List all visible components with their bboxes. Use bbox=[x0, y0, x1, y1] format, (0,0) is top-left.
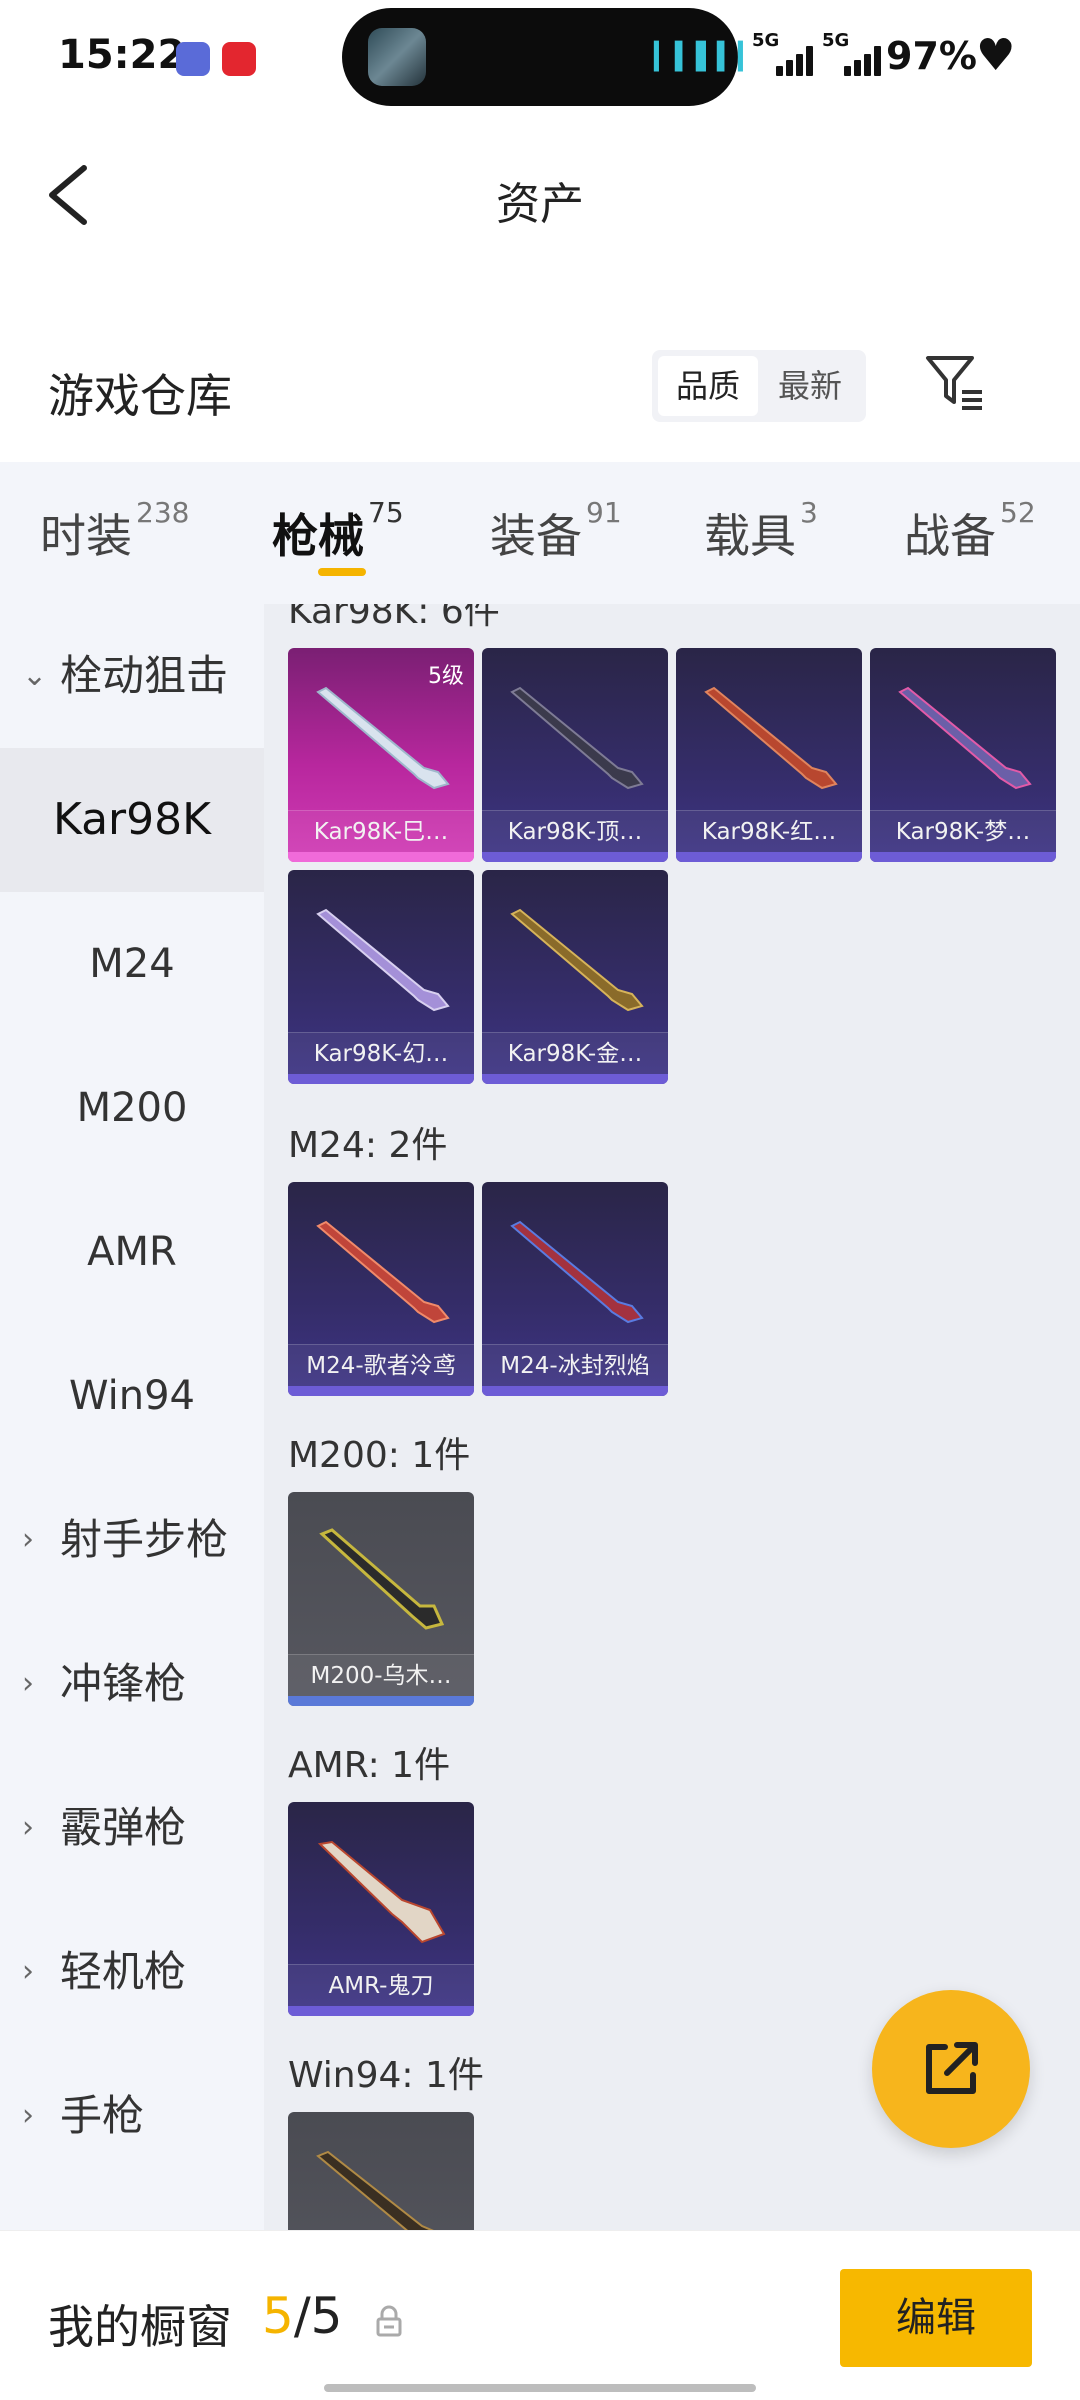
tab-vehicles[interactable]: 载具 3 bbox=[704, 496, 818, 566]
chevron-right-icon: › bbox=[22, 1954, 34, 1989]
weapon-name: Kar98K-金… bbox=[482, 1032, 668, 1074]
app-notification-icon bbox=[176, 42, 210, 76]
rifle-icon bbox=[510, 1220, 644, 1324]
section-title-kar98k: Kar98K: 6件 bbox=[288, 604, 500, 632]
media-thumbnail bbox=[368, 28, 426, 86]
sidebar-item-amr[interactable]: AMR bbox=[0, 1180, 264, 1324]
weapon-name: Kar98K-顶… bbox=[482, 810, 668, 852]
weapon-card[interactable]: Kar98K-顶… bbox=[482, 648, 668, 862]
warehouse-title: 游戏仓库 bbox=[48, 369, 232, 423]
rifle-icon bbox=[316, 686, 450, 790]
sidebar-group-shotgun[interactable]: › 霰弹枪 bbox=[0, 1756, 264, 1900]
quality-strip bbox=[288, 1696, 474, 1706]
weapon-name: Kar98K-梦… bbox=[870, 810, 1056, 852]
weapon-category-sidebar: ⌄ 栓动狙击 Kar98K M24 M200 AMR Win94 › 射手步枪 … bbox=[0, 604, 264, 2230]
status-time: 15:22 bbox=[58, 32, 186, 78]
tab-supplies[interactable]: 战备 52 bbox=[904, 496, 1036, 566]
chevron-down-icon: ⌄ bbox=[22, 658, 48, 693]
section-title-m24: M24: 2件 bbox=[288, 1125, 448, 1166]
anti-materiel-rifle-icon bbox=[317, 1840, 446, 1944]
active-tab-indicator bbox=[318, 568, 366, 576]
weapon-name: Kar98K-巳… bbox=[288, 810, 474, 852]
tab-equipment[interactable]: 装备 91 bbox=[490, 496, 622, 566]
heart-icon: ♥ bbox=[976, 30, 1016, 81]
sidebar-item-m200[interactable]: M200 bbox=[0, 1036, 264, 1180]
share-button[interactable] bbox=[872, 1990, 1030, 2148]
section-title-m200: M200: 1件 bbox=[288, 1435, 471, 1476]
weapon-name: Kar98K-幻… bbox=[288, 1032, 474, 1074]
showcase-bar: 我的橱窗 5/5 编辑 bbox=[0, 2230, 1080, 2400]
rifle-icon bbox=[704, 686, 838, 790]
rifle-icon bbox=[316, 1220, 450, 1324]
page-title: 资产 bbox=[496, 179, 584, 230]
showcase-label: 我的橱窗 bbox=[48, 2300, 232, 2354]
chevron-right-icon: › bbox=[22, 1666, 34, 1701]
sidebar-group-lmg[interactable]: › 轻机枪 bbox=[0, 1900, 264, 2044]
weapon-card[interactable]: Kar98K-红… bbox=[676, 648, 862, 862]
weapon-card[interactable]: Kar98K-梦… bbox=[870, 648, 1056, 862]
sniper-rifle-icon bbox=[319, 1528, 445, 1630]
quality-strip bbox=[870, 852, 1056, 862]
weapon-card[interactable] bbox=[288, 2112, 474, 2230]
weapon-grid: Kar98K: 6件 5级 Kar98K-巳… Kar98K-顶… Kar98K… bbox=[264, 604, 1080, 2230]
audio-wave-icon: ▎▍▌▍▎ bbox=[654, 42, 759, 72]
weapon-card[interactable]: M24-歌者泠鸢 bbox=[288, 1182, 474, 1396]
weapon-name: M200-乌木… bbox=[288, 1654, 474, 1696]
rifle-icon bbox=[510, 908, 644, 1012]
sort-option-quality[interactable]: 品质 bbox=[658, 356, 758, 416]
category-tabs: 时装 238 枪械 75 装备 91 载具 3 战备 52 bbox=[0, 462, 1080, 604]
quality-strip bbox=[482, 1386, 668, 1396]
rifle-icon bbox=[316, 2150, 434, 2230]
status-bar: 15:22 ▎▍▌▍▎ 5G 5G 97% ♥ bbox=[0, 0, 1080, 118]
rifle-icon bbox=[898, 686, 1032, 790]
sidebar-group-smg[interactable]: › 冲锋枪 bbox=[0, 1612, 264, 1756]
weapon-card[interactable]: 5级 Kar98K-巳… bbox=[288, 648, 474, 862]
sidebar-group-bolt-action[interactable]: ⌄ 栓动狙击 bbox=[0, 604, 264, 748]
weapon-card[interactable]: M24-冰封烈焰 bbox=[482, 1182, 668, 1396]
weapon-card[interactable]: AMR-鬼刀 bbox=[288, 1802, 474, 2016]
weapon-name: AMR-鬼刀 bbox=[288, 1964, 474, 2006]
weapon-card[interactable]: M200-乌木… bbox=[288, 1492, 474, 1706]
edit-button[interactable]: 编辑 bbox=[840, 2269, 1032, 2367]
chevron-right-icon: › bbox=[22, 1522, 34, 1557]
rifle-icon bbox=[510, 686, 644, 790]
rifle-icon bbox=[316, 908, 450, 1012]
weapon-card[interactable]: Kar98K-金… bbox=[482, 870, 668, 1084]
filter-icon[interactable] bbox=[924, 352, 986, 414]
sidebar-group-marksman[interactable]: › 射手步枪 bbox=[0, 1468, 264, 1612]
sidebar-item-kar98k[interactable]: Kar98K bbox=[0, 748, 264, 892]
tab-firearms[interactable]: 枪械 75 bbox=[272, 496, 404, 566]
quality-strip bbox=[288, 1386, 474, 1396]
tab-fashion[interactable]: 时装 238 bbox=[40, 496, 189, 566]
showcase-count: 5/5 bbox=[262, 2287, 343, 2345]
weapon-name: M24-冰封烈焰 bbox=[482, 1344, 668, 1386]
quality-strip bbox=[288, 2006, 474, 2016]
sidebar-group-pistol[interactable]: › 手枪 bbox=[0, 2044, 264, 2188]
app-notification-icon-2 bbox=[222, 42, 256, 76]
quality-strip bbox=[482, 852, 668, 862]
quality-strip bbox=[482, 1074, 668, 1084]
sort-toggle: 品质 最新 bbox=[652, 350, 866, 422]
sort-option-latest[interactable]: 最新 bbox=[760, 356, 860, 416]
sidebar-item-m24[interactable]: M24 bbox=[0, 892, 264, 1036]
quality-strip bbox=[288, 852, 474, 862]
section-title-win94: Win94: 1件 bbox=[288, 2055, 484, 2096]
chevron-right-icon: › bbox=[22, 2098, 34, 2133]
quality-strip bbox=[288, 1074, 474, 1084]
home-indicator[interactable] bbox=[324, 2384, 756, 2392]
battery-level: 97% bbox=[886, 34, 977, 78]
weapon-card[interactable]: Kar98K-幻… bbox=[288, 870, 474, 1084]
lock-icon[interactable] bbox=[374, 2305, 404, 2339]
weapon-name: Kar98K-红… bbox=[676, 810, 862, 852]
quality-strip bbox=[676, 852, 862, 862]
sidebar-item-win94[interactable]: Win94 bbox=[0, 1324, 264, 1468]
share-external-icon bbox=[926, 2042, 978, 2094]
signal-icon-2 bbox=[844, 44, 884, 76]
chevron-right-icon: › bbox=[22, 1810, 34, 1845]
section-title-amr: AMR: 1件 bbox=[288, 1745, 451, 1786]
signal-icon bbox=[776, 44, 820, 76]
weapon-name: M24-歌者泠鸢 bbox=[288, 1344, 474, 1386]
dynamic-island[interactable]: ▎▍▌▍▎ bbox=[342, 8, 759, 106]
